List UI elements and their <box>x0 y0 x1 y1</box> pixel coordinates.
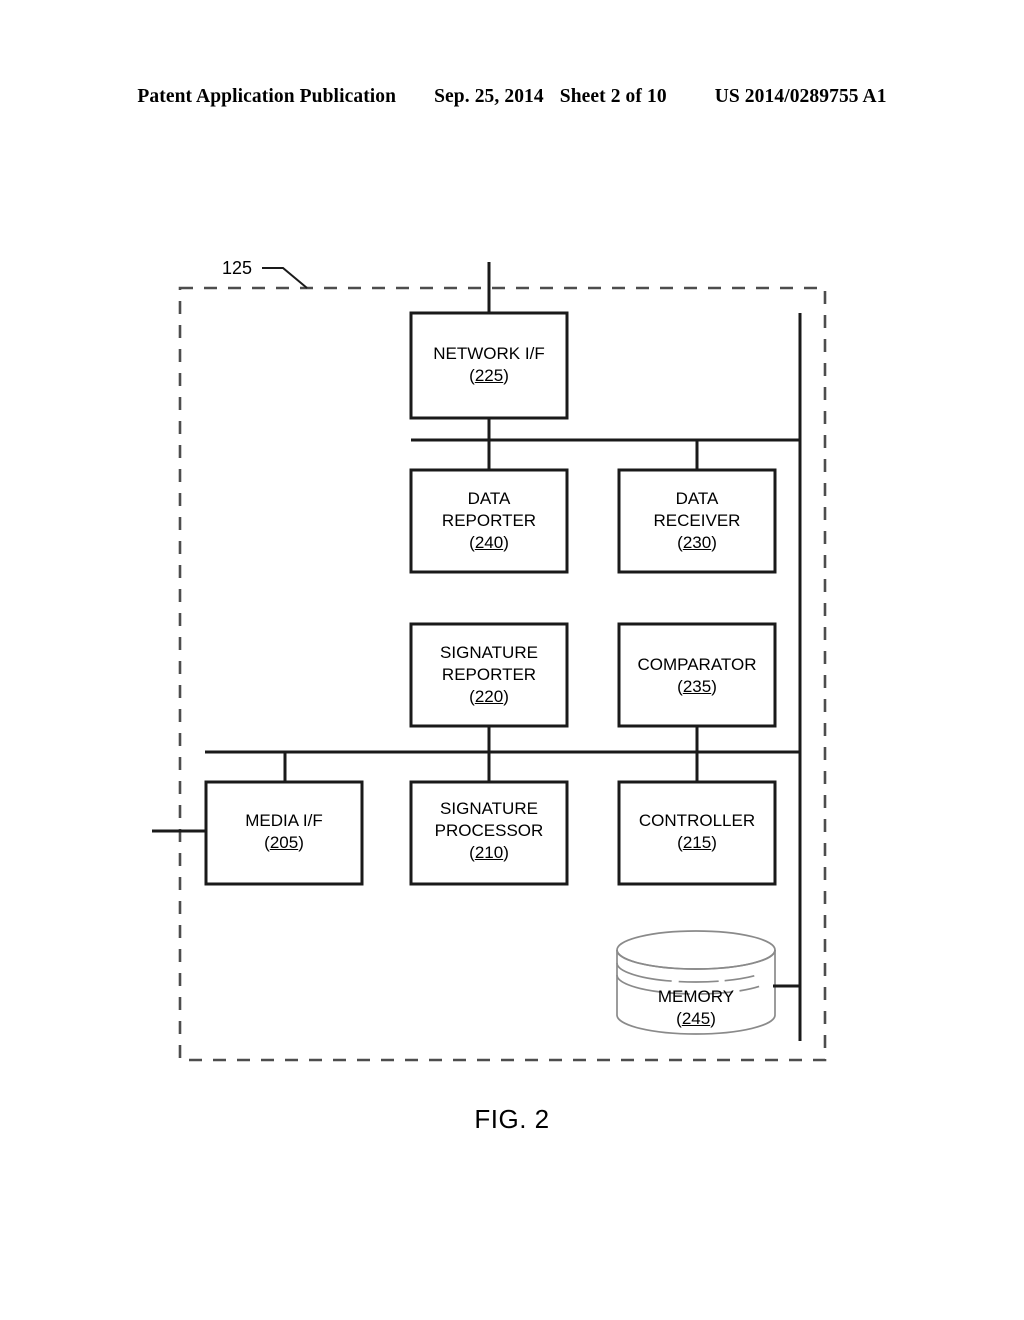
leader-line-125 <box>262 267 308 289</box>
block-comparator <box>617 622 777 728</box>
block-data-reporter <box>409 468 569 574</box>
block-signature-processor <box>409 780 569 886</box>
block-data-receiver <box>617 468 777 574</box>
enclosure-ref-label: 125 <box>222 258 253 278</box>
block-media-if <box>204 780 364 886</box>
patent-figure-page: Patent Application Publication Sep. 25, 2… <box>0 0 1024 1320</box>
block-controller <box>617 780 777 886</box>
block-network-if <box>409 311 569 420</box>
figure-caption: FIG. 2 <box>474 1104 550 1134</box>
block-memory-cylinder <box>616 930 776 1035</box>
block-signature-reporter <box>409 622 569 728</box>
